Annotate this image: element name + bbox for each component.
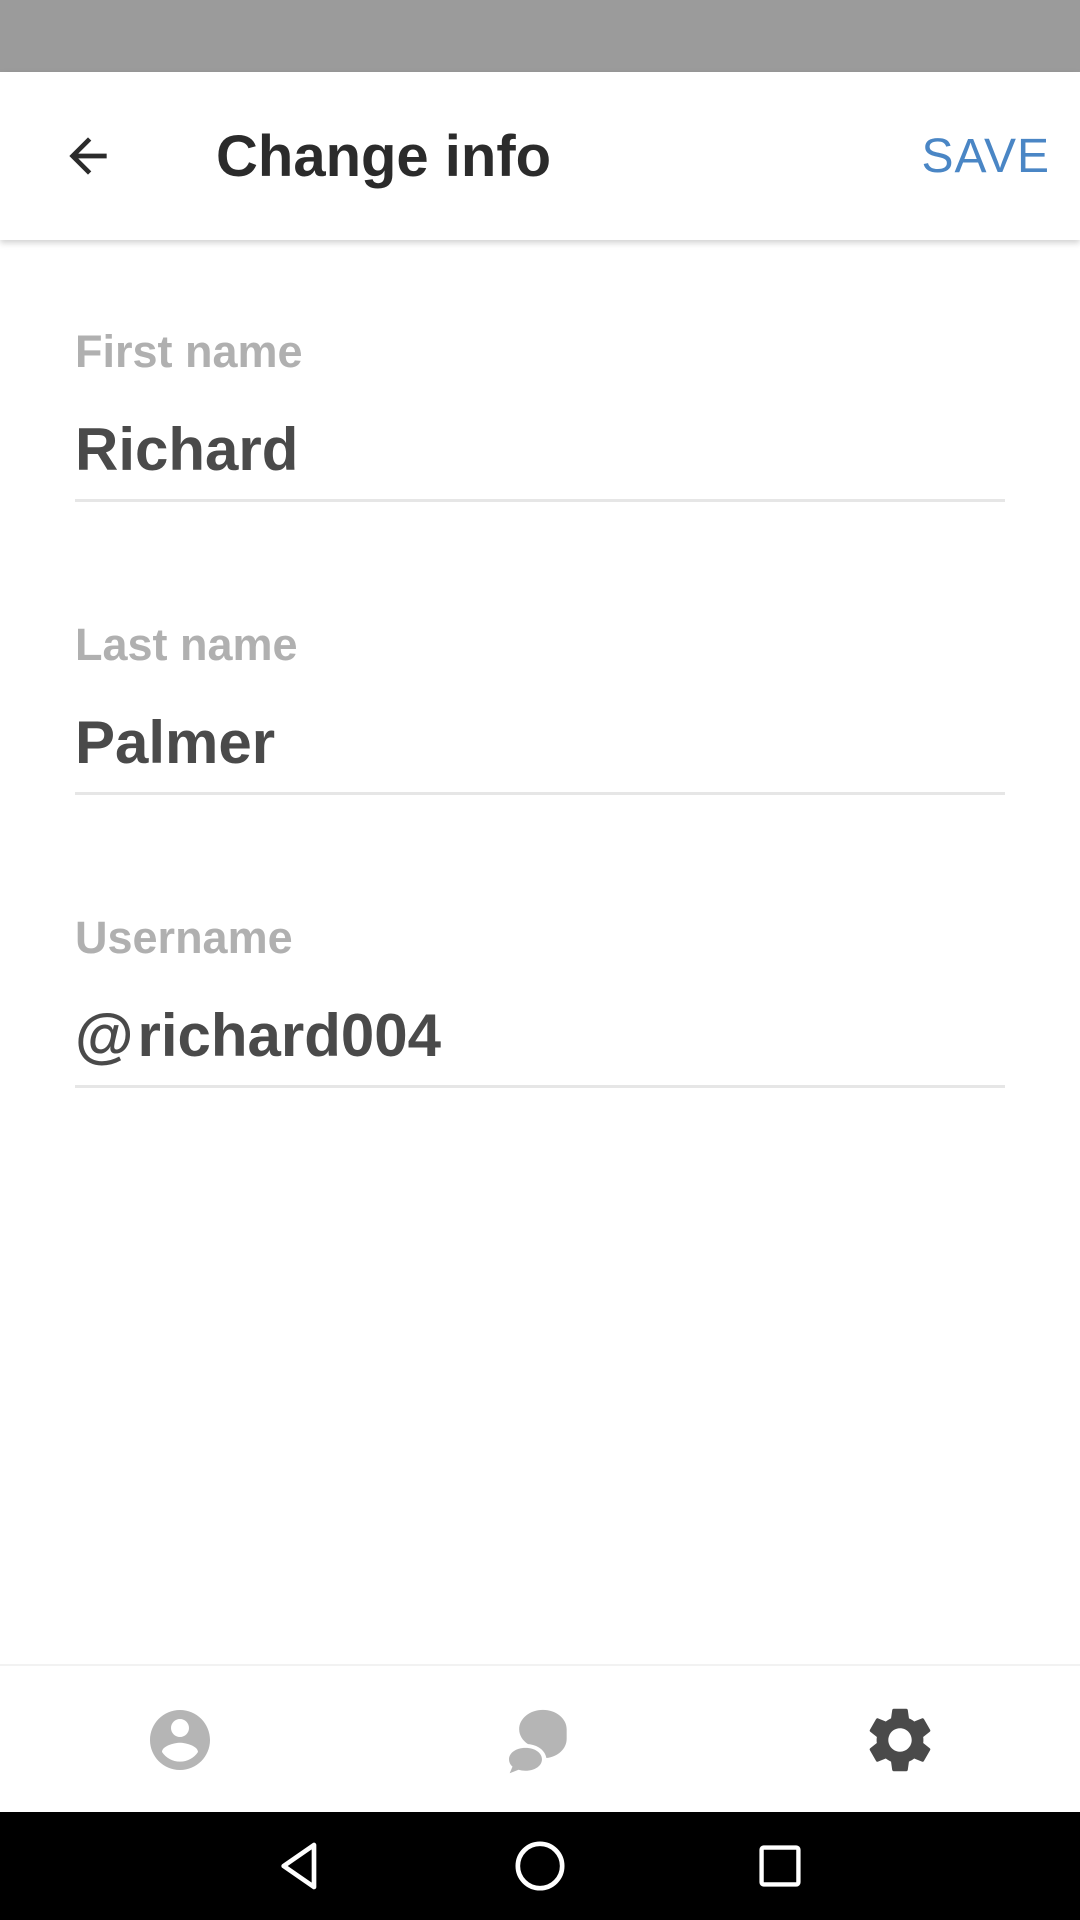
back-triangle-icon: [281, 1842, 317, 1890]
username-input[interactable]: [137, 1000, 998, 1070]
username-underline: [75, 1085, 1005, 1088]
recents-square-icon: [759, 1845, 801, 1887]
bottom-nav: [0, 1664, 1080, 1812]
chat-bubbles-icon: [509, 1709, 567, 1774]
gear-icon: [869, 1708, 931, 1772]
system-home-button[interactable]: [500, 1826, 580, 1906]
username-prefix: @: [75, 1001, 134, 1069]
system-recents-button[interactable]: [740, 1826, 820, 1906]
username-field: Username @: [75, 911, 1005, 1111]
system-nav-bar: [0, 1812, 1080, 1920]
first-name-underline: [75, 499, 1005, 502]
app-bar: Change info SAVE: [0, 72, 1080, 240]
first-name-input[interactable]: [75, 409, 1005, 489]
first-name-field: First name: [75, 325, 1005, 525]
page-title: Change info: [216, 124, 552, 189]
status-bar: [0, 0, 1080, 72]
arrow-left-icon: [69, 137, 107, 175]
nav-item-profile[interactable]: [100, 1666, 260, 1814]
first-name-label: First name: [75, 326, 303, 377]
system-back-button[interactable]: [260, 1826, 340, 1906]
back-button[interactable]: [40, 108, 136, 204]
last-name-underline: [75, 792, 1005, 795]
username-row: @: [75, 995, 998, 1075]
last-name-label: Last name: [75, 619, 298, 670]
username-label: Username: [75, 912, 293, 963]
home-circle-icon: [515, 1841, 565, 1891]
last-name-field: Last name: [75, 618, 1005, 818]
save-button[interactable]: SAVE: [922, 128, 1051, 186]
nav-item-settings[interactable]: [820, 1666, 980, 1814]
last-name-input[interactable]: [75, 702, 1005, 782]
account-circle-icon: [150, 1710, 210, 1770]
nav-item-chats[interactable]: [455, 1666, 615, 1814]
